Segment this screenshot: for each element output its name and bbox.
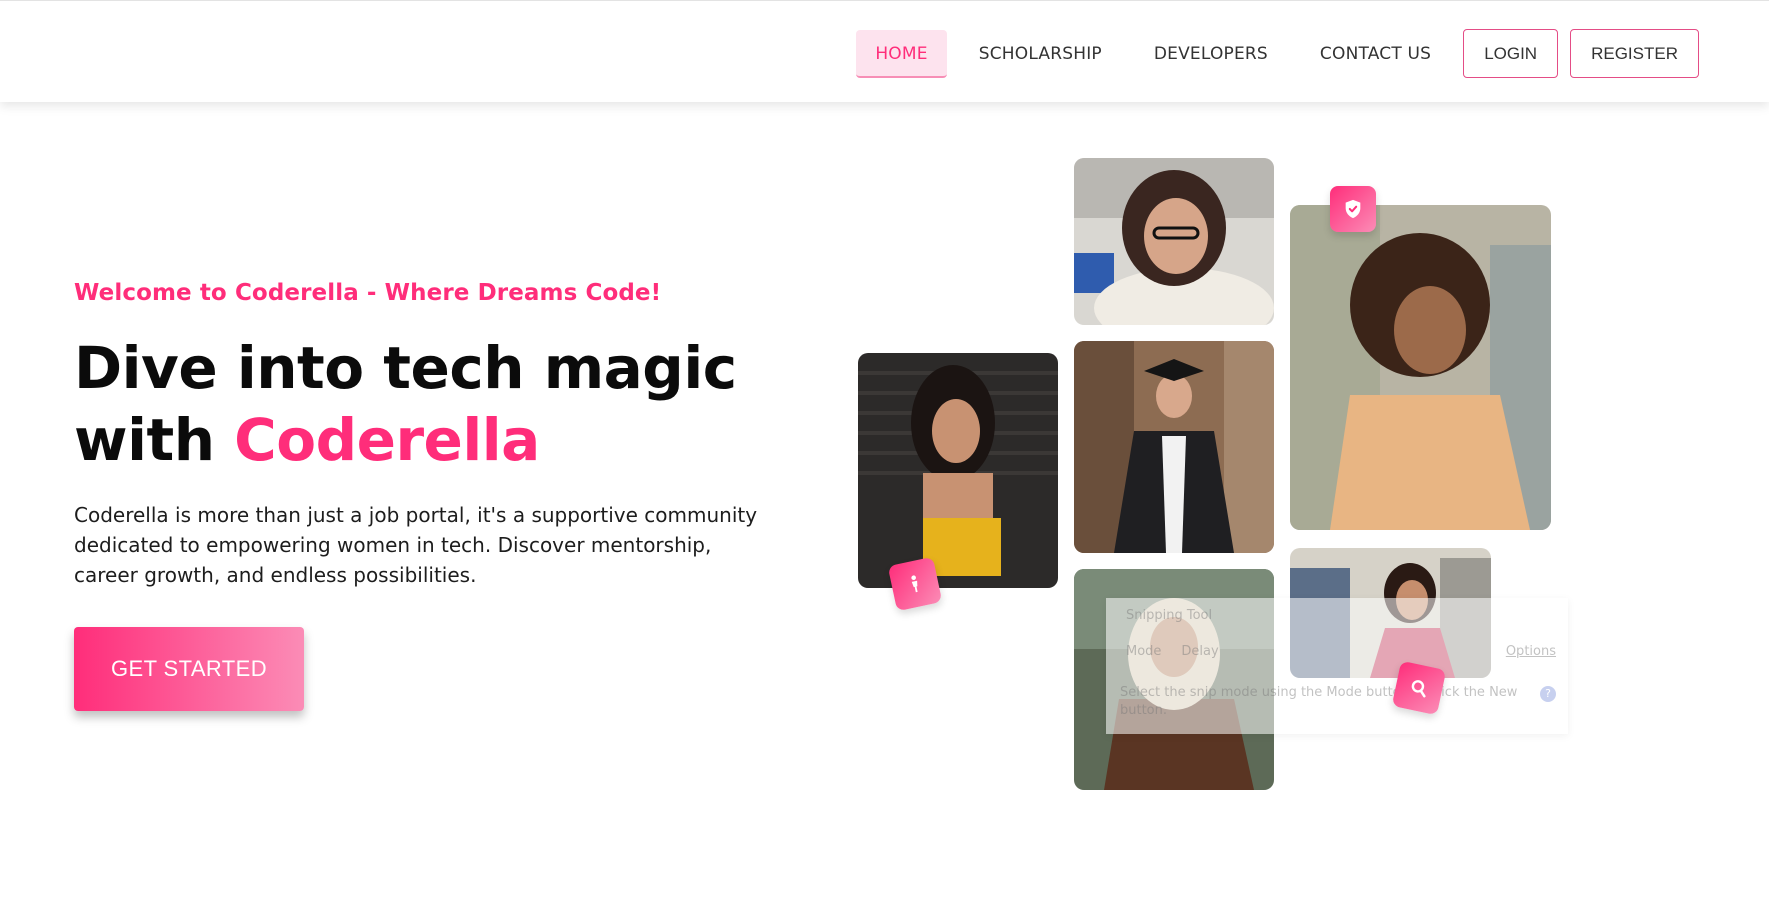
photo-curly-hair	[1290, 205, 1551, 530]
site-header: HOME SCHOLARSHIP DEVELOPERS CONTACT US L…	[0, 0, 1769, 102]
help-icon[interactable]: ?	[1540, 686, 1556, 702]
search-badge	[1391, 660, 1447, 716]
snip-hint-text: Select the snip mode using the Mode butt…	[1120, 685, 1518, 718]
nav-contact-link[interactable]: CONTACT US	[1300, 30, 1451, 78]
register-button[interactable]: REGISTER	[1570, 29, 1699, 78]
headline-line1: Dive into tech magic	[74, 334, 737, 402]
nav-developers-link[interactable]: DEVELOPERS	[1134, 30, 1288, 78]
hero-section: Welcome to Coderella - Where Dreams Code…	[74, 280, 794, 590]
headline-line2-prefix: with	[74, 406, 235, 474]
snip-title: Snipping Tool	[1126, 608, 1213, 623]
nav-home-link[interactable]: HOME	[856, 29, 947, 78]
hero-headline: Dive into tech magic with Coderella	[74, 332, 794, 476]
main-nav: HOME SCHOLARSHIP DEVELOPERS CONTACT US L…	[844, 29, 1699, 78]
snip-delay-button[interactable]: Delay	[1181, 644, 1218, 659]
person-icon	[911, 575, 918, 593]
snip-mode-button[interactable]: Mode	[1126, 644, 1161, 659]
get-started-button[interactable]: GET STARTED	[74, 627, 304, 711]
login-button[interactable]: LOGIN	[1463, 29, 1559, 78]
photo-student-glasses	[1074, 158, 1274, 325]
snipping-tool-overlay: Snipping Tool Mode Delay Options Select …	[1106, 598, 1568, 734]
shield-check-icon	[1345, 199, 1361, 219]
person-badge	[887, 556, 943, 612]
photo-graduate	[1074, 341, 1274, 553]
welcome-tagline: Welcome to Coderella - Where Dreams Code…	[74, 280, 662, 306]
photo-yellow-top	[858, 353, 1058, 588]
snip-options-link[interactable]: Options	[1506, 644, 1556, 659]
hero-description: Coderella is more than just a job portal…	[74, 503, 758, 587]
nav-scholarship-link[interactable]: SCHOLARSHIP	[959, 30, 1122, 78]
search-icon	[1411, 680, 1426, 698]
snip-toolbar: Mode Delay	[1126, 644, 1219, 659]
headline-brand: Coderella	[234, 406, 540, 474]
shield-check-badge	[1330, 186, 1376, 232]
